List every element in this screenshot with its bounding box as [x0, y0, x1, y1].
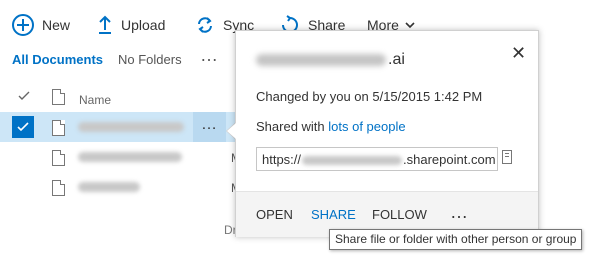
checkmark-icon: [17, 122, 29, 132]
file-extension: .ai: [388, 51, 405, 68]
list-header: Name: [0, 86, 235, 110]
url-prefix: https://: [262, 152, 302, 167]
file-icon: [52, 150, 65, 166]
blurred-url: [302, 156, 403, 166]
file-type-header-icon: [52, 89, 65, 105]
view-selector: All Documents No Folders …: [0, 44, 235, 72]
list-item[interactable]: M: [0, 142, 241, 172]
row-checkbox[interactable]: [12, 116, 34, 138]
file-icon: [52, 120, 65, 136]
shared-with-prefix: Shared with: [256, 119, 329, 134]
checkmark-icon[interactable]: [18, 91, 30, 101]
lots-of-people-link[interactable]: lots of people: [328, 119, 405, 134]
follow-button[interactable]: FOLLOW: [372, 207, 427, 222]
url-field[interactable]: https:// .sharepoint.com: [256, 147, 498, 171]
share-tooltip: Share file or folder with other person o…: [329, 229, 583, 250]
blurred-file-name[interactable]: [78, 152, 182, 162]
close-icon[interactable]: ✕: [511, 43, 526, 64]
callout-more-button[interactable]: …: [450, 202, 469, 223]
share-button[interactable]: SHARE: [311, 207, 356, 222]
callout-pointer-fill: [227, 123, 236, 139]
upload-button[interactable]: Upload: [97, 12, 165, 38]
list-item[interactable]: …: [0, 112, 235, 142]
name-column-header[interactable]: Name: [79, 93, 111, 107]
new-button[interactable]: New: [12, 12, 70, 38]
view-all-documents[interactable]: All Documents: [12, 52, 103, 67]
file-icon: [52, 180, 65, 196]
chevron-down-icon: [405, 22, 415, 29]
row-more-button[interactable]: …: [193, 112, 226, 142]
list-item[interactable]: M: [0, 172, 241, 202]
file-callout: .ai ✕ Changed by you on 5/15/2015 1:42 P…: [235, 30, 539, 237]
url-suffix: .sharepoint.com: [403, 152, 496, 167]
copy-icon[interactable]: [502, 150, 512, 164]
view-more-button[interactable]: …: [200, 45, 219, 66]
blurred-file-name[interactable]: [78, 182, 140, 192]
blurred-file-name[interactable]: [78, 122, 184, 132]
shared-with-text: Shared with lots of people: [256, 119, 406, 134]
callout-file-title: .ai: [256, 51, 405, 69]
open-button[interactable]: OPEN: [256, 207, 293, 222]
view-no-folders[interactable]: No Folders: [118, 52, 182, 67]
changed-by-text: Changed by you on 5/15/2015 1:42 PM: [256, 89, 483, 104]
blurred-file-name: [256, 53, 386, 66]
upload-arrow-icon: [99, 15, 111, 34]
upload-label: Upload: [121, 17, 166, 33]
new-label: New: [42, 17, 71, 33]
sync-icon: [198, 17, 212, 33]
plus-circle-icon: [12, 14, 34, 36]
